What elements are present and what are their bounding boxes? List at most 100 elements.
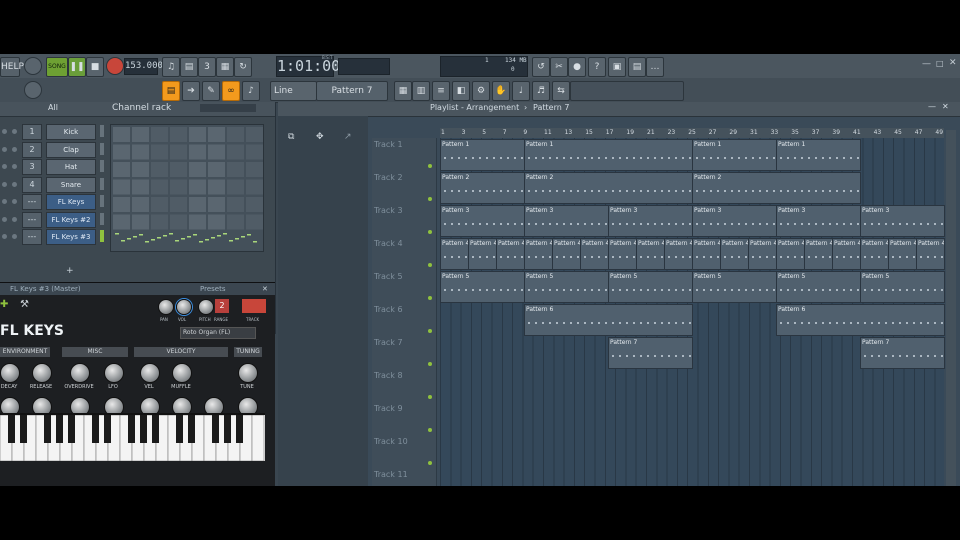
preset-select[interactable]: Roto Organ (FL) <box>180 327 256 339</box>
black-key[interactable] <box>152 415 159 443</box>
audio-picker-icon[interactable]: ✥ <box>316 132 324 142</box>
track-name[interactable]: Track 1 <box>374 140 403 149</box>
step-button[interactable] <box>246 144 263 160</box>
channel-mixer-number[interactable]: 2 <box>22 141 42 158</box>
volume-knob[interactable] <box>176 299 192 315</box>
step-button[interactable] <box>227 127 244 142</box>
track-name[interactable]: Track 11 <box>374 470 408 479</box>
pitch-knob[interactable] <box>198 299 214 315</box>
step-button[interactable] <box>246 197 263 212</box>
range-value[interactable]: 2 <box>215 299 229 313</box>
track-name[interactable]: Track 9 <box>374 404 403 413</box>
track-enable-led[interactable] <box>428 395 432 399</box>
step-button[interactable] <box>151 144 168 160</box>
channel-select-indicator[interactable] <box>100 177 104 190</box>
channel-name-button[interactable]: FL Keys <box>46 194 96 210</box>
solo-led[interactable] <box>12 216 17 222</box>
playlist-clip[interactable]: Pattern 4 <box>552 238 581 270</box>
playlist-clip[interactable]: Pattern 6 <box>524 304 693 336</box>
piano-keyboard[interactable] <box>0 413 265 462</box>
black-key[interactable] <box>140 415 147 443</box>
playlist-view-button[interactable]: ▤ <box>162 81 180 101</box>
step-button[interactable] <box>132 214 149 230</box>
swing-slider[interactable] <box>200 104 256 112</box>
step-button[interactable] <box>227 214 244 230</box>
track-name[interactable]: Track 7 <box>374 338 403 347</box>
link-button[interactable]: ∞ <box>222 81 240 101</box>
playlist-clip[interactable]: Pattern 4 <box>776 238 805 270</box>
mute-led[interactable] <box>2 199 7 204</box>
channel-mixer-number[interactable]: --- <box>22 211 42 228</box>
playlist-clip[interactable]: Pattern 4 <box>664 238 693 270</box>
knob[interactable] <box>70 363 90 383</box>
knob[interactable] <box>140 363 160 383</box>
track-name[interactable]: Track 2 <box>374 173 403 182</box>
black-key[interactable] <box>68 415 75 443</box>
step-button[interactable] <box>170 127 187 142</box>
blend-notes-button[interactable]: ▦ <box>216 57 234 77</box>
step-button[interactable] <box>208 162 225 177</box>
plugin-db-button[interactable]: ⚙ <box>472 81 490 101</box>
midi-button[interactable]: ⇆ <box>552 81 570 101</box>
step-button[interactable] <box>170 162 187 177</box>
arrow-button[interactable]: ➔ <box>182 81 200 101</box>
guitar-button[interactable]: ♬ <box>532 81 550 101</box>
playlist-clip[interactable]: Pattern 1 <box>776 139 861 171</box>
step-button[interactable] <box>189 179 206 195</box>
step-button[interactable] <box>113 179 130 195</box>
undo-button[interactable]: ↺ <box>532 57 550 77</box>
mute-led[interactable] <box>2 164 7 169</box>
playlist-clip[interactable]: Pattern 5 <box>692 271 777 303</box>
solo-led[interactable] <box>12 234 17 239</box>
step-button[interactable] <box>113 144 130 160</box>
track-enable-led[interactable] <box>428 263 432 267</box>
playlist-clip[interactable]: Pattern 2 <box>440 172 525 204</box>
help-button[interactable]: ? <box>588 57 606 77</box>
chat-button[interactable]: … <box>646 57 664 77</box>
step-button[interactable] <box>151 214 168 230</box>
track-enable-led[interactable] <box>428 296 432 300</box>
knob[interactable] <box>0 363 20 383</box>
playlist-clip[interactable]: Pattern 3 <box>524 205 609 237</box>
playlist-clip[interactable]: Pattern 1 <box>440 139 525 171</box>
channel-mixer-number[interactable]: 3 <box>22 159 42 175</box>
playlist-clip[interactable]: Pattern 4 <box>860 238 889 270</box>
step-button[interactable] <box>113 214 130 230</box>
wrench-icon[interactable]: ⚒ <box>20 299 29 310</box>
track-enable-led[interactable] <box>428 329 432 333</box>
black-key[interactable] <box>212 415 219 443</box>
playlist-clip[interactable]: Pattern 3 <box>692 205 777 237</box>
mute-led[interactable] <box>2 181 7 187</box>
song-mode-toggle[interactable]: SONG <box>46 57 68 77</box>
step-button[interactable] <box>227 144 244 160</box>
mixer-button[interactable]: ≡ <box>432 81 450 101</box>
playlist-clip[interactable]: Pattern 7 <box>860 337 945 369</box>
playlist-close-icon[interactable]: ✕ <box>942 102 949 111</box>
cut-button[interactable]: ✂ <box>550 57 568 77</box>
playlist-clip[interactable]: Pattern 5 <box>524 271 609 303</box>
close-icon[interactable]: ✕ <box>949 58 957 68</box>
step-button[interactable] <box>246 179 263 195</box>
metronome-button[interactable]: ♫ <box>162 57 180 77</box>
plugin-close-icon[interactable]: ✕ <box>262 283 268 295</box>
channel-name-button[interactable]: FL Keys #2 <box>46 211 96 228</box>
pause-button[interactable]: ❚❚ <box>68 57 86 77</box>
black-key[interactable] <box>128 415 135 443</box>
step-button[interactable] <box>170 144 187 160</box>
step-button[interactable] <box>170 179 187 195</box>
playlist-clip[interactable]: Pattern 2 <box>524 172 693 204</box>
playlist-clip[interactable]: Pattern 4 <box>888 238 917 270</box>
solo-led[interactable] <box>12 181 17 187</box>
black-key[interactable] <box>236 415 243 443</box>
black-key[interactable] <box>92 415 99 443</box>
channel-name-button[interactable]: Snare <box>46 176 96 193</box>
draw-button[interactable]: ✎ <box>202 81 220 101</box>
tempo-display[interactable]: 153.000 <box>124 58 163 75</box>
mute-led[interactable] <box>2 129 7 134</box>
black-key[interactable] <box>224 415 231 443</box>
step-button[interactable] <box>227 197 244 212</box>
playlist-clip[interactable]: Pattern 3 <box>440 205 525 237</box>
step-button[interactable] <box>170 214 187 230</box>
playlist-clip[interactable]: Pattern 6 <box>776 304 945 336</box>
track-name[interactable]: Track 8 <box>374 371 403 380</box>
